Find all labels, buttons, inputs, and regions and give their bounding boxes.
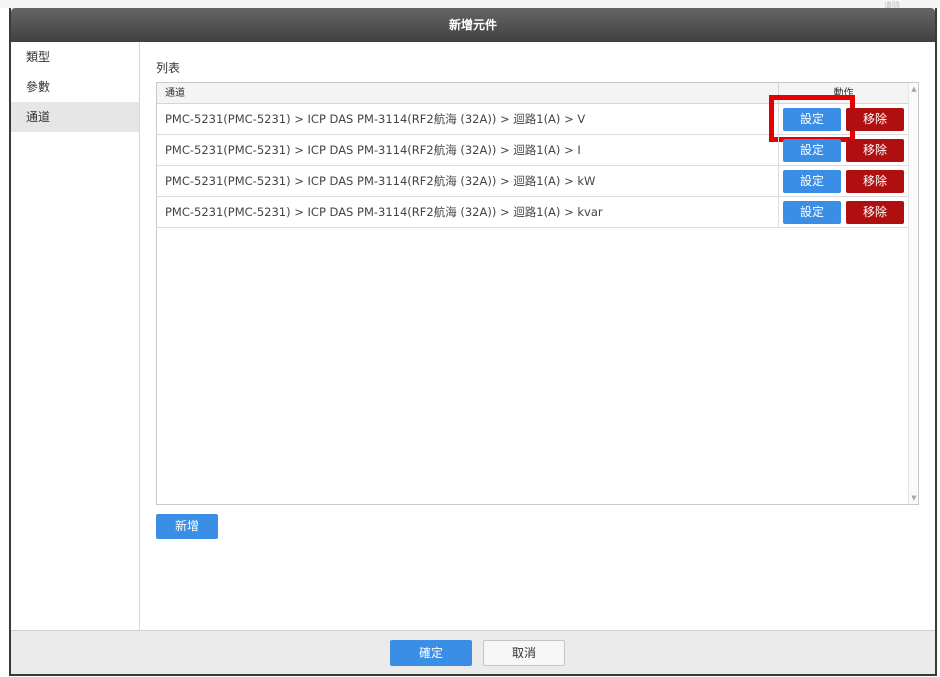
dialog-title: 新增元件 [11, 8, 935, 42]
dialog-footer: 確定 取消 [11, 630, 935, 674]
triangle-up-icon[interactable]: ▲ [909, 85, 918, 93]
set-button[interactable]: 設定 [783, 201, 841, 224]
channel-cell: PMC-5231(PMC-5231) > ICP DAS PM-3114(RF2… [165, 143, 581, 157]
cancel-button[interactable]: 取消 [483, 640, 565, 666]
column-header-channel: 通道 [165, 88, 185, 99]
channel-table: 通道 動作 PMC-5231(PMC-5231) > ICP DAS PM-31… [156, 82, 919, 505]
remove-button[interactable]: 移除 [846, 139, 904, 162]
confirm-button[interactable]: 確定 [390, 640, 472, 666]
cell-divider [778, 166, 779, 197]
channel-cell: PMC-5231(PMC-5231) > ICP DAS PM-3114(RF2… [165, 205, 603, 219]
triangle-down-icon[interactable]: ▼ [909, 494, 918, 502]
add-component-dialog: 新增元件 類型 參數 通道 列表 通道 動作 PMC-5231(PMC-5231… [9, 8, 937, 676]
set-button[interactable]: 設定 [783, 139, 841, 162]
sidebar-item-channel[interactable]: 通道 [11, 102, 139, 132]
remove-button[interactable]: 移除 [846, 201, 904, 224]
set-button[interactable]: 設定 [783, 108, 841, 131]
cell-divider [778, 197, 779, 228]
table-row: PMC-5231(PMC-5231) > ICP DAS PM-3114(RF2… [157, 95, 908, 142]
list-section-title: 列表 [156, 61, 181, 75]
dialog-sidebar: 類型 參數 通道 [11, 42, 140, 630]
set-button[interactable]: 設定 [783, 170, 841, 193]
sidebar-item-type[interactable]: 類型 [11, 42, 139, 72]
cell-divider [778, 135, 779, 166]
remove-button[interactable]: 移除 [846, 108, 904, 131]
remove-button[interactable]: 移除 [846, 170, 904, 193]
table-scrollbar[interactable]: ▲ ▼ [908, 83, 918, 504]
table-row: PMC-5231(PMC-5231) > ICP DAS PM-3114(RF2… [157, 197, 908, 228]
dialog-content: 列表 通道 動作 PMC-5231(PMC-5231) > ICP DAS PM… [140, 42, 935, 630]
background-strip [0, 0, 940, 8]
table-row: PMC-5231(PMC-5231) > ICP DAS PM-3114(RF2… [157, 135, 908, 166]
channel-cell: PMC-5231(PMC-5231) > ICP DAS PM-3114(RF2… [165, 112, 586, 126]
channel-cell: PMC-5231(PMC-5231) > ICP DAS PM-3114(RF2… [165, 174, 596, 188]
table-row: PMC-5231(PMC-5231) > ICP DAS PM-3114(RF2… [157, 166, 908, 197]
sidebar-item-parameters[interactable]: 參數 [11, 72, 139, 102]
add-button[interactable]: 新增 [156, 514, 218, 539]
